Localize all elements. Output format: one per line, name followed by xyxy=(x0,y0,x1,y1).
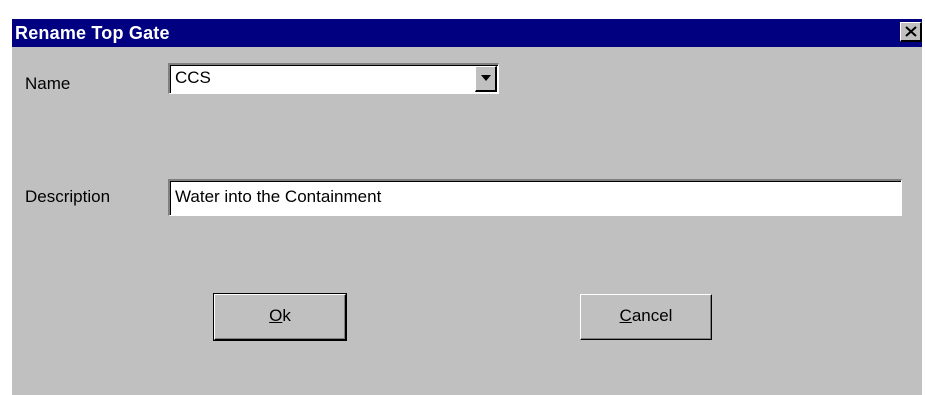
name-combobox-value[interactable]: CCS xyxy=(175,68,211,88)
description-input-value[interactable]: Water into the Containment xyxy=(175,187,381,207)
cancel-accelerator: C xyxy=(619,306,632,325)
ok-label-rest: k xyxy=(282,306,291,325)
dialog-title: Rename Top Gate xyxy=(15,23,170,43)
description-input[interactable]: Water into the Containment xyxy=(168,179,902,216)
name-dropdown-button[interactable] xyxy=(475,66,497,92)
name-label: Name xyxy=(25,74,71,93)
description-label: Description xyxy=(25,187,111,206)
rename-top-gate-dialog: Rename Top Gate Name CCS Description Wat… xyxy=(10,17,922,395)
cancel-label-rest: ancel xyxy=(631,306,673,325)
close-icon xyxy=(905,26,917,37)
title-bar[interactable]: Rename Top Gate xyxy=(12,19,922,47)
chevron-down-icon xyxy=(481,75,491,81)
cancel-button[interactable]: Cancel xyxy=(580,294,712,340)
name-combobox[interactable]: CCS xyxy=(168,63,499,94)
ok-button[interactable]: Ok xyxy=(213,293,347,341)
close-button[interactable] xyxy=(900,22,922,42)
ok-accelerator: O xyxy=(269,306,283,325)
